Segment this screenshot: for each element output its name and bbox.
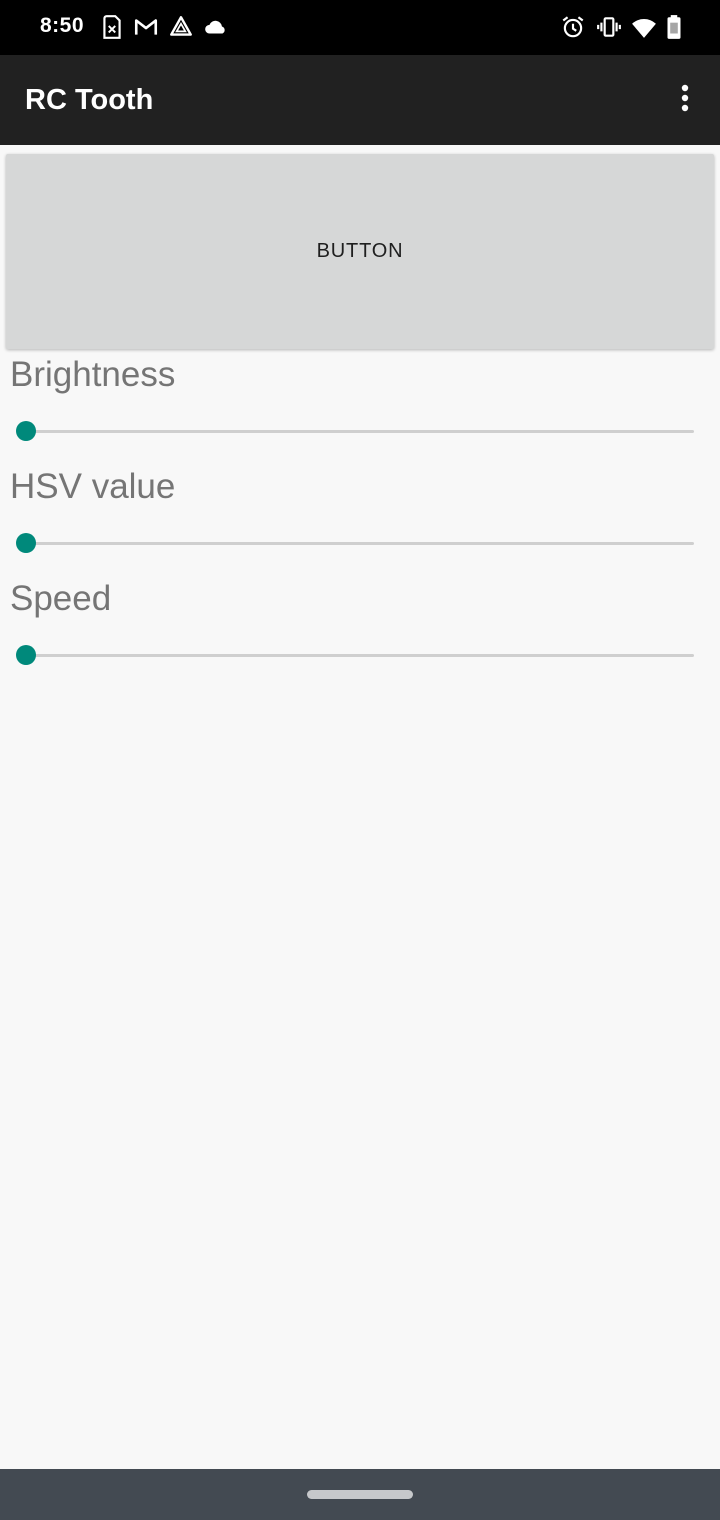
slider-thumb[interactable] (16, 533, 36, 553)
home-gesture-handle[interactable] (307, 1490, 413, 1499)
app-bar: RC Tooth (0, 55, 720, 145)
status-bar: 8:50 (0, 0, 720, 55)
hsv-value-label: HSV value (10, 467, 176, 506)
more-options-button[interactable] (662, 75, 708, 125)
main-button[interactable]: BUTTON (6, 154, 714, 349)
slider-thumb[interactable] (16, 421, 36, 441)
sim-card-icon (99, 14, 125, 40)
brightness-slider[interactable] (14, 416, 698, 446)
speed-slider[interactable] (14, 640, 698, 670)
hsv-value-slider[interactable] (14, 528, 698, 558)
slider-track (26, 654, 694, 657)
status-time: 8:50 (40, 14, 85, 37)
more-vert-icon (680, 83, 690, 118)
slider-track (26, 430, 694, 433)
cloud-icon (203, 14, 229, 40)
battery-icon (661, 14, 687, 40)
navigation-bar (0, 1469, 720, 1520)
brightness-label: Brightness (10, 355, 176, 394)
wifi-icon (631, 14, 657, 40)
gmail-icon (133, 14, 159, 40)
slider-track (26, 542, 694, 545)
alarm-icon (560, 14, 586, 40)
app-title: RC Tooth (25, 84, 154, 116)
speed-label: Speed (10, 579, 112, 618)
slider-thumb[interactable] (16, 645, 36, 665)
vibrate-icon (596, 14, 622, 40)
drive-icon (168, 14, 194, 40)
